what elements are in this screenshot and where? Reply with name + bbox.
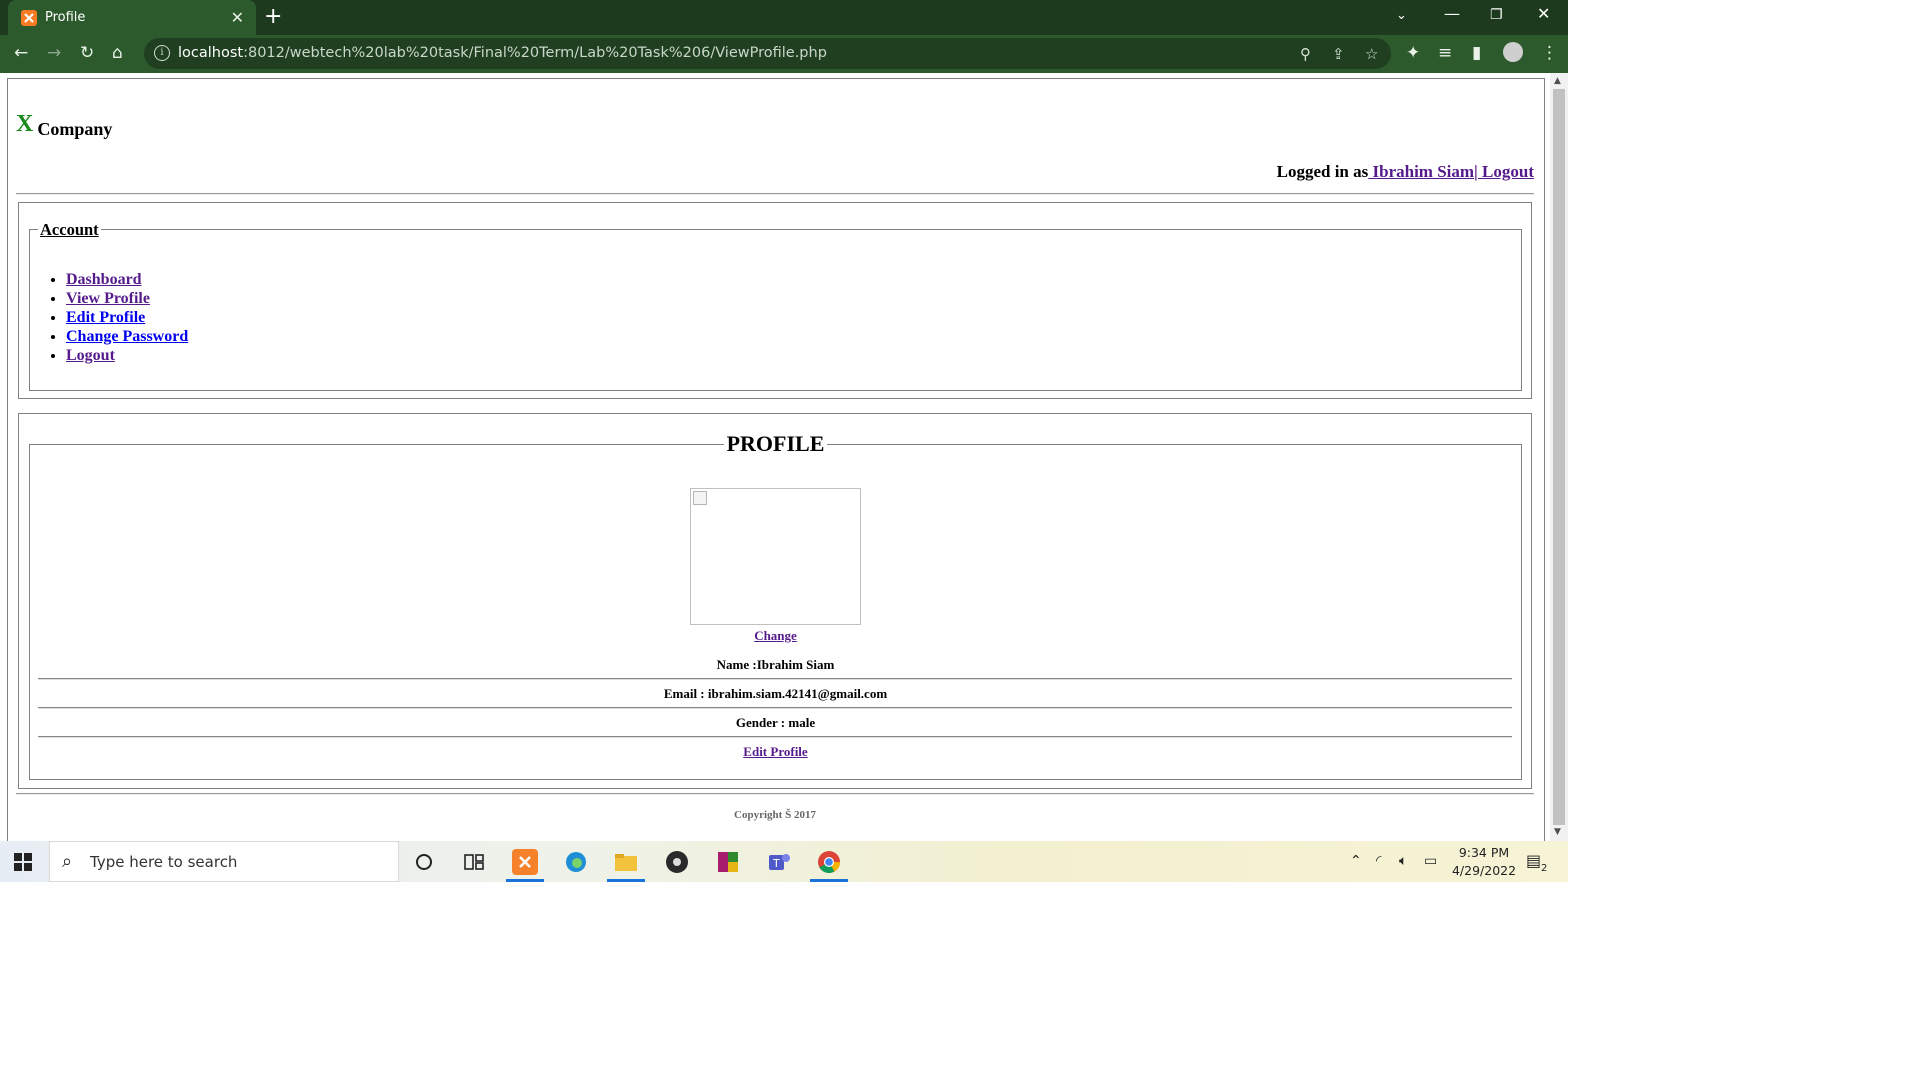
page-scrollbar[interactable]: ▲ ▼ (1550, 73, 1568, 841)
logout-link[interactable]: Logout (66, 347, 115, 364)
name-row: Name :Ibrahim Siam (716, 657, 835, 672)
logged-in-status: Logged in as Ibrahim Siam| Logout (1277, 162, 1534, 182)
profile-picture (690, 488, 861, 625)
taskbar-clock[interactable]: 9:34 PM 4/29/2022 (1446, 844, 1522, 880)
chrome-active-indicator (810, 879, 848, 882)
gender-row: Gender : male (735, 715, 816, 730)
wifi-icon[interactable]: ◜ (1376, 853, 1381, 869)
tab-profile[interactable]: Profile ✕ (8, 0, 256, 35)
browser-toolbar: ← → ↻ ⌂ i localhost:8012/webtech%20lab%2… (0, 35, 1568, 73)
task-view-icon[interactable] (461, 849, 487, 875)
share-icon[interactable]: ⇪ (1332, 45, 1345, 63)
row-divider (38, 707, 1512, 709)
account-legend: Account (38, 220, 101, 240)
home-icon[interactable]: ⌂ (112, 43, 123, 63)
xampp-favicon-icon (21, 9, 37, 26)
obs-studio-icon[interactable] (664, 849, 690, 875)
zoom-icon[interactable]: ⚲ (1300, 45, 1311, 63)
dashboard-link[interactable]: Dashboard (66, 271, 142, 288)
scroll-thumb[interactable] (1553, 89, 1565, 825)
account-menu: Dashboard View Profile Edit Profile Chan… (66, 270, 188, 365)
battery-icon[interactable]: ▭ (1424, 853, 1437, 869)
back-icon[interactable]: ← (14, 43, 28, 63)
chrome-icon[interactable] (816, 849, 842, 875)
account-fieldset: Account Dashboard View Profile Edit Prof… (29, 220, 1522, 391)
page-viewport: X Company Logged in as Ibrahim Siam| Log… (0, 73, 1550, 841)
browser-menu-icon[interactable]: ⋮ (1541, 43, 1558, 63)
new-tab-icon[interactable]: + (264, 4, 282, 29)
profile-avatar-icon[interactable] (1503, 42, 1523, 62)
side-panel-icon[interactable]: ▮ (1472, 43, 1481, 63)
minimize-icon[interactable]: — (1444, 4, 1460, 23)
xampp-active-indicator (506, 879, 544, 882)
menu-item-dashboard: Dashboard (66, 270, 188, 289)
browser-tab-strip: Profile ✕ + ⌄ — ❐ ✕ (0, 0, 1568, 35)
teams-icon[interactable]: T (766, 849, 792, 875)
logged-in-label: Logged in as (1276, 162, 1369, 181)
profile-legend: PROFILE (723, 431, 828, 456)
clock-time: 9:34 PM (1458, 845, 1510, 860)
cortana-icon[interactable] (411, 849, 437, 875)
reload-icon[interactable]: ↻ (80, 43, 94, 63)
row-divider (38, 678, 1512, 680)
account-section: Account Dashboard View Profile Edit Prof… (18, 202, 1532, 399)
restore-icon[interactable]: ❐ (1490, 7, 1503, 23)
change-photo-link[interactable]: Change (754, 628, 797, 643)
profile-legend-wrap: PROFILE (30, 431, 1521, 457)
menu-item-logout: Logout (66, 346, 188, 365)
taskbar-search-placeholder: Type here to search (90, 853, 238, 871)
view-profile-link[interactable]: View Profile (66, 290, 150, 307)
extensions-icon[interactable]: ✦ (1406, 43, 1420, 63)
close-tab-icon[interactable]: ✕ (231, 8, 244, 27)
row-divider (38, 736, 1512, 738)
profile-section: PROFILE Change Name :Ibrahim Siam Email … (18, 413, 1532, 789)
svg-text:T: T (772, 857, 780, 870)
profile-fieldset: PROFILE Change Name :Ibrahim Siam Email … (29, 431, 1522, 780)
url-text[interactable]: localhost:8012/webtech%20lab%20task/Fina… (178, 45, 827, 61)
email-row: Email : ibrahim.siam.42141@gmail.com (663, 686, 888, 701)
windows-taskbar: ⌕ Type here to search T ⌃ ◜ 🔈︎ ▭ 9:34 PM… (0, 841, 1568, 882)
user-name-link[interactable]: Ibrahim Siam (1368, 162, 1475, 181)
file-explorer-icon[interactable] (613, 849, 639, 875)
copyright-text: Copyright Š 2017 (734, 809, 816, 821)
scroll-up-icon[interactable]: ▲ (1554, 76, 1561, 86)
notification-count: 2 (1541, 863, 1548, 874)
close-window-icon[interactable]: ✕ (1537, 4, 1550, 23)
winrar-icon[interactable] (715, 849, 741, 875)
site-info-icon[interactable]: i (154, 45, 170, 61)
tab-title: Profile (45, 10, 86, 25)
edit-profile-menu-link[interactable]: Edit Profile (66, 309, 145, 326)
clock-date: 4/29/2022 (1451, 863, 1517, 878)
edit-profile-link[interactable]: Edit Profile (743, 744, 807, 759)
media-control-icon[interactable]: ≡ (1438, 43, 1452, 63)
company-name: Company (37, 119, 113, 139)
menu-item-edit-profile: Edit Profile (66, 308, 188, 327)
header-divider (16, 193, 1534, 195)
explorer-active-indicator (607, 879, 645, 882)
address-bar[interactable]: i localhost:8012/webtech%20lab%20task/Fi… (144, 38, 1391, 69)
edit-profile-row: Edit Profile (30, 744, 1521, 760)
notifications-icon[interactable]: ▤ (1526, 851, 1541, 870)
footer-divider (16, 793, 1534, 795)
scroll-down-icon[interactable]: ▼ (1554, 827, 1561, 837)
xampp-taskbar-icon[interactable] (512, 849, 538, 875)
tab-search-chevron-icon[interactable]: ⌄ (1396, 8, 1407, 23)
menu-item-change-password: Change Password (66, 327, 188, 346)
logo-x: X (16, 111, 34, 137)
site-logo: X Company (16, 111, 113, 139)
bookmark-star-icon[interactable]: ☆ (1365, 45, 1378, 63)
edge-browser-icon[interactable] (563, 849, 589, 875)
volume-icon[interactable]: 🔈︎ (1399, 853, 1407, 869)
windows-start-icon[interactable] (14, 853, 32, 871)
change-password-link[interactable]: Change Password (66, 328, 188, 345)
header-logout-link[interactable]: | Logout (1474, 162, 1534, 181)
taskbar-search-box[interactable]: ⌕ Type here to search (49, 841, 399, 882)
show-hidden-icons-chevron-icon[interactable]: ⌃ (1350, 853, 1362, 869)
forward-icon[interactable]: → (47, 43, 61, 63)
change-photo-row: Change (30, 628, 1521, 644)
search-icon: ⌕ (62, 851, 73, 872)
broken-image-icon (693, 491, 707, 505)
menu-item-view-profile: View Profile (66, 289, 188, 308)
